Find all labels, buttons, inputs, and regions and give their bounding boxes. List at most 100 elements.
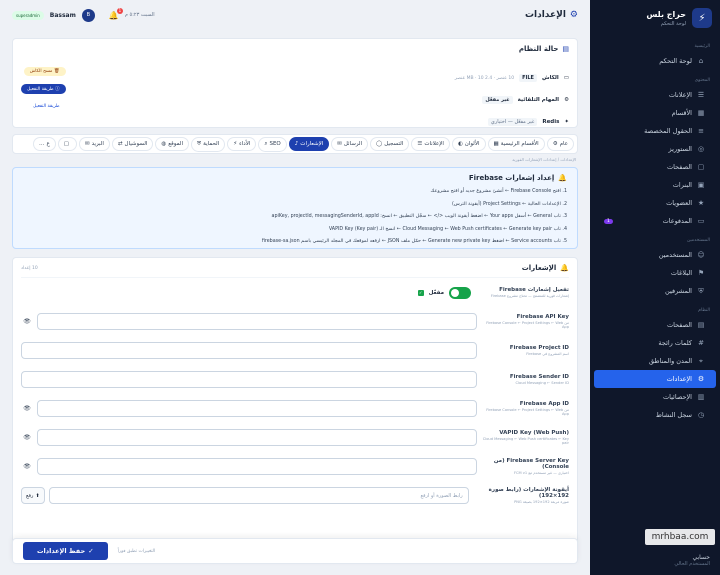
star-icon: ★ (697, 199, 705, 207)
setting-input[interactable] (21, 342, 477, 359)
sidebar-item-label: الإعدادات (666, 375, 692, 383)
field-help: اختياري — غير مستخدم مع FCM v1 (513, 471, 569, 475)
field-title: Firebase Server Key (من Console) (493, 458, 569, 470)
sidebar-item[interactable]: ⌖ المدن والمناطق (594, 352, 716, 370)
system-rows: ▭ الكاش FILE 10 عنصر · 2.4 MB · 10 عنصر … (309, 67, 569, 133)
tab-item[interactable]: الرسائل ✉ (331, 137, 369, 151)
bell-icon[interactable]: 🔔 1 (109, 7, 123, 20)
sidebar-item[interactable]: ⚙ الإعدادات (594, 370, 716, 388)
globe-icon: ◍ (161, 141, 167, 147)
field-control: 👁 (21, 458, 479, 475)
eye-icon[interactable]: 👁 (21, 463, 33, 470)
firebase-enable-toggle[interactable] (449, 286, 471, 299)
sidebar-item-label: الأقسام (671, 109, 692, 117)
tab-label: ع (46, 141, 50, 147)
sidebar-item[interactable]: ◷ سجل النشاط (594, 406, 716, 424)
clear-cache-button[interactable]: 🗑 مسح الكاش (23, 67, 66, 76)
tab-label: عام (559, 141, 568, 147)
nav-section-title: الرئيسية (694, 44, 711, 49)
sidebar-item[interactable]: ≡ الحقول المخصصة (594, 122, 716, 140)
sidebar-footer[interactable]: حسابي المستخدم الحالي (590, 554, 720, 567)
tab-item[interactable]: البريد ✉ (78, 137, 110, 151)
sidebar-item[interactable]: ☺ المستخدمين (594, 246, 716, 264)
setup-title: 🔔 إعداد إشعارات Firebase (23, 174, 567, 182)
sidebar-item[interactable]: ☰ الإعلانات (594, 86, 716, 104)
field-control: 👁 (21, 400, 479, 417)
tab-item[interactable]: الأقسام الرئيسية ▦ (487, 137, 545, 151)
field-title: أيقونة الإشعارات (رابط صورة 192×192) (488, 487, 569, 499)
field-title: Firebase Project ID (509, 345, 569, 351)
tab-label: SEO (269, 141, 281, 147)
tab-item[interactable]: الموقع ◍ (155, 137, 190, 151)
setting-input[interactable] (37, 429, 477, 446)
sidebar-item-label: المستخدمين (658, 251, 692, 259)
tab-item[interactable]: ▢ (57, 137, 77, 151)
enabled-checkbox[interactable]: ✓ (417, 289, 424, 296)
sidebar-item[interactable]: ▤ الصفحات (594, 316, 716, 334)
chat-icon: ✉ (337, 141, 342, 147)
tab-item[interactable]: الأداء ⚡ (227, 137, 257, 151)
sidebar-item[interactable]: ▦ الأقسام (594, 104, 716, 122)
icon-url-input[interactable]: رابط الصورة أو ارفع (48, 487, 469, 504)
activate-method-link[interactable]: طريقة التفعيل (27, 102, 66, 111)
upload-button[interactable]: ⬆ رفع (21, 487, 45, 504)
sidebar-item[interactable]: ★ العضويات (594, 194, 716, 212)
sidebar-item[interactable]: ⚑ البلاغات (594, 264, 716, 282)
shield-icon: ⛨ (698, 286, 704, 295)
tab-item[interactable]: SEO ⌕ (258, 136, 287, 152)
sidebar-item[interactable]: ▥ الإحصائيات (594, 388, 716, 406)
tab-item[interactable]: التسجيل ◯ (370, 137, 410, 151)
sidebar-item[interactable]: ⌂ لوحة التحكم (594, 52, 716, 70)
chart-icon: ▥ (697, 393, 705, 401)
clear-cache-label: مسح الكاش (29, 69, 53, 74)
tab-item[interactable]: السوشيال ⇄ (111, 137, 154, 151)
notification-badge: 1 (116, 7, 123, 14)
activate-method-button[interactable]: ⓘ طريقة التفعيل (21, 84, 66, 94)
nav-section-title: المستخدمين (686, 238, 710, 243)
tasks-row: ⚙ المهام التلقائية غير مفعّل (309, 89, 569, 111)
palette-icon: ◐ (457, 141, 463, 147)
settings-field-row: Firebase App ID من Firebase Console ← Pro… (21, 394, 569, 423)
setup-title-text: إعداد إشعارات Firebase (468, 174, 555, 182)
sidebar-item[interactable]: ▣ البنرات (594, 176, 716, 194)
tab-item[interactable]: الإعلانات ☰ (411, 137, 450, 151)
upload-icon: ⬆ (35, 492, 40, 499)
firebase-setup-card: 🔔 إعداد إشعارات Firebase 1. افتح Firebas… (12, 167, 578, 249)
setting-input[interactable] (37, 313, 477, 330)
tab-item[interactable]: الألوان ◐ (451, 137, 486, 151)
eye-icon[interactable]: 👁 (21, 434, 33, 441)
setup-step: 3. تاب General ← أسفل Your apps ← اضغط أ… (271, 214, 567, 219)
setting-input[interactable] (21, 371, 477, 388)
settings-title-text: الإشعارات (521, 264, 557, 272)
search-icon: ⌕ (264, 140, 268, 147)
avatar[interactable]: B (81, 8, 95, 22)
user-name[interactable]: Bassam (50, 12, 76, 19)
eye-icon[interactable]: 👁 (21, 405, 33, 412)
save-button[interactable]: ✓ حفظ الإعدادات (23, 542, 108, 560)
card-icon: ▭ (697, 217, 705, 225)
tab-item[interactable]: الإشعارات ♪ (288, 137, 330, 151)
brand[interactable]: ⚡ حراج بلس لوحة التحكم (590, 0, 720, 36)
save-bar: ✓ حفظ الإعدادات التغييرات تطبق فوراً (12, 538, 578, 564)
sidebar-item[interactable]: ⛨ المشرفين (594, 282, 716, 300)
image-icon: ▣ (697, 181, 705, 189)
redis-icon: ✦ (564, 119, 569, 125)
settings-field-row: Firebase API Key من Firebase Console ← Pr… (21, 307, 569, 336)
sidebar-item[interactable]: ▭ المدفوعات 1 (594, 212, 716, 230)
sidebar-item[interactable]: ▢ الصفحات (594, 158, 716, 176)
user-icon: ◯ (376, 141, 383, 147)
bell-icon: 🔔 (560, 264, 569, 272)
sidebar-item[interactable]: # كلمات رائجة (594, 334, 716, 352)
tab-label: الرسائل (343, 141, 363, 147)
settings-field-row: Firebase Sender ID Cloud Messaging ← Send… (21, 365, 569, 394)
cache-value: FILE (519, 74, 537, 82)
tab-item[interactable]: ع… (32, 137, 56, 151)
setting-input[interactable] (37, 458, 477, 475)
eye-icon[interactable]: 👁 (21, 318, 33, 325)
tab-item[interactable]: عام ⚙ (546, 137, 574, 151)
sidebar-item[interactable]: ◎ الستوريز (594, 140, 716, 158)
setting-input[interactable] (37, 400, 477, 417)
footer-name: حسابي (692, 554, 710, 561)
tab-item[interactable]: الحماية ⛨ (191, 136, 226, 152)
redis-label: Redis (542, 119, 560, 125)
